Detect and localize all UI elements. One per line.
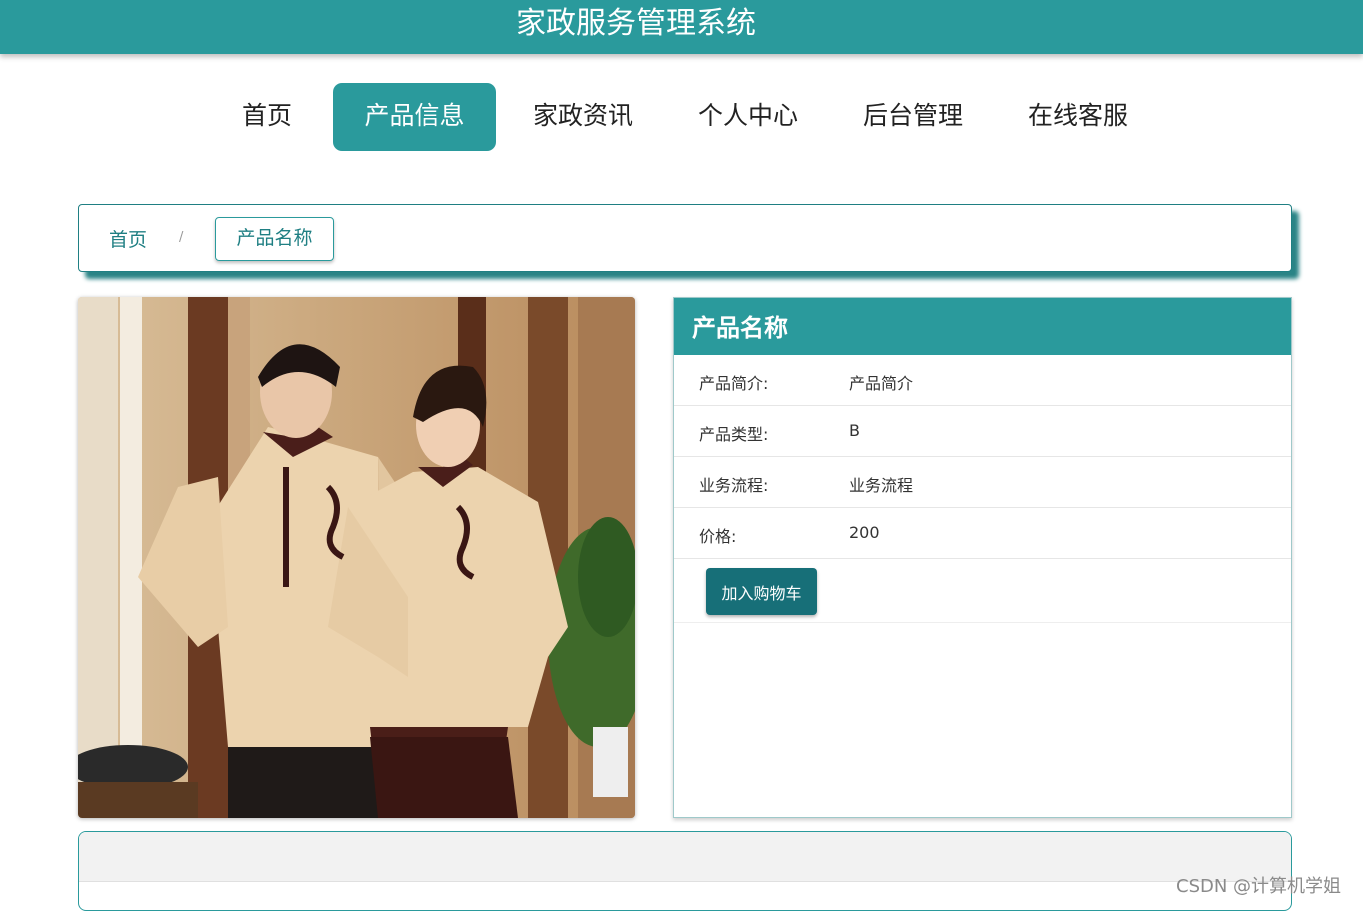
nav-item-personal-center[interactable]: 个人中心 xyxy=(682,83,814,151)
nav-item-online-service[interactable]: 在线客服 xyxy=(1012,83,1144,151)
nav-item-admin[interactable]: 后台管理 xyxy=(847,83,979,151)
nav-item-news[interactable]: 家政资讯 xyxy=(517,83,649,151)
process-label: 业务流程: xyxy=(699,476,769,495)
breadcrumb: 首页 / 产品名称 xyxy=(78,204,1292,272)
add-to-cart-button[interactable]: 加入购物车 xyxy=(706,568,817,615)
breadcrumb-home-link[interactable]: 首页 xyxy=(109,225,147,252)
nav-item-products[interactable]: 产品信息 xyxy=(333,83,496,151)
price-label: 价格: xyxy=(699,527,737,546)
info-row-process: 业务流程: 业务流程 xyxy=(674,457,1291,508)
breadcrumb-current: 产品名称 xyxy=(215,217,334,261)
process-value: 业务流程 xyxy=(849,476,914,495)
site-title: 家政服务管理系统 xyxy=(516,6,756,41)
info-actions: 加入购物车 xyxy=(674,559,1291,623)
breadcrumb-separator: / xyxy=(179,230,184,245)
main-nav: 首页 产品信息 家政资讯 个人中心 后台管理 在线客服 xyxy=(0,83,1363,151)
bottom-panel xyxy=(78,831,1292,911)
product-title: 产品名称 xyxy=(674,298,1291,355)
product-info-panel: 产品名称 产品简介: 产品简介 产品类型: B 业务流程: 业务流程 价格: 2… xyxy=(673,297,1292,818)
type-label: 产品类型: xyxy=(699,425,769,444)
info-row-price: 价格: 200 xyxy=(674,508,1291,559)
price-value: 200 xyxy=(849,523,880,542)
top-header: 家政服务管理系统 xyxy=(0,0,1363,54)
info-row-summary: 产品简介: 产品简介 xyxy=(674,355,1291,406)
product-image xyxy=(78,297,635,818)
summary-value: 产品简介 xyxy=(849,374,914,393)
summary-label: 产品简介: xyxy=(699,374,769,393)
info-row-type: 产品类型: B xyxy=(674,406,1291,457)
type-value: B xyxy=(849,421,860,440)
bottom-panel-header xyxy=(79,832,1291,882)
nav-item-home[interactable]: 首页 xyxy=(226,83,308,151)
watermark: CSDN @计算机学姐 xyxy=(1176,876,1342,897)
